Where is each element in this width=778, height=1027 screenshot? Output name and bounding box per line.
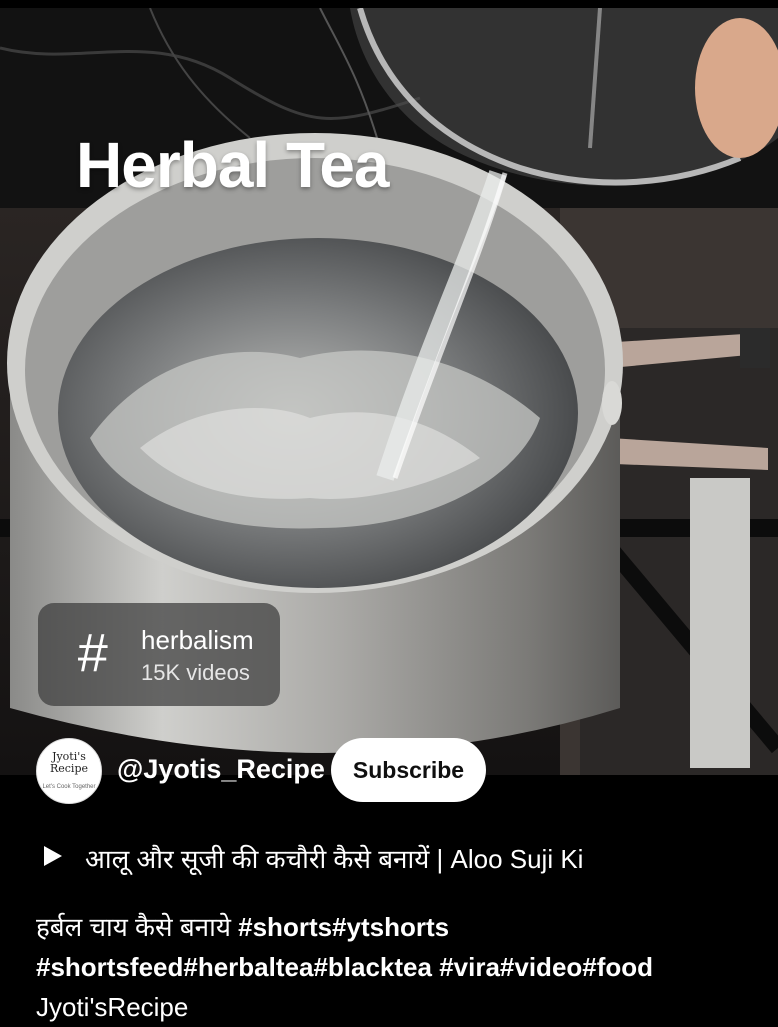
top-bar bbox=[0, 0, 778, 8]
description-title-text: हर्बल चाय कैसे बनाये bbox=[36, 912, 239, 942]
hashtag-icon: # bbox=[76, 623, 108, 683]
subscribe-button[interactable]: Subscribe bbox=[331, 738, 486, 802]
channel-handle[interactable]: @Jyotis_Recipe bbox=[117, 754, 325, 785]
hashtag-chip[interactable]: # herbalism 15K videos bbox=[38, 603, 280, 706]
description-channel-name: Jyoti'sRecipe bbox=[36, 992, 189, 1022]
avatar-text: Jyoti's Recipe bbox=[49, 750, 89, 775]
description-hashtags-1[interactable]: #shorts#ytshorts bbox=[238, 912, 449, 942]
playlist-title: आलू और सूजी की कचौरी कैसे बनायें | Aloo … bbox=[85, 844, 584, 874]
video-player[interactable]: Herbal Tea # herbalism 15K videos bbox=[0, 0, 778, 775]
channel-avatar[interactable]: Jyoti's Recipe Let's Cook Together bbox=[36, 738, 102, 804]
video-overlay-title: Herbal Tea bbox=[76, 129, 389, 201]
video-description[interactable]: हर्बल चाय कैसे बनाये #shorts#ytshorts #s… bbox=[36, 907, 756, 1027]
description-line-1: हर्बल चाय कैसे बनाये #shorts#ytshorts bbox=[36, 907, 756, 947]
description-hashtags-2[interactable]: #shortsfeed#herbaltea#blacktea #vira#vid… bbox=[36, 947, 756, 987]
hashtag-video-count: 15K videos bbox=[141, 660, 250, 685]
avatar-tagline: Let's Cook Together bbox=[42, 784, 96, 790]
play-icon bbox=[44, 846, 62, 866]
hashtag-name: herbalism bbox=[141, 625, 254, 655]
